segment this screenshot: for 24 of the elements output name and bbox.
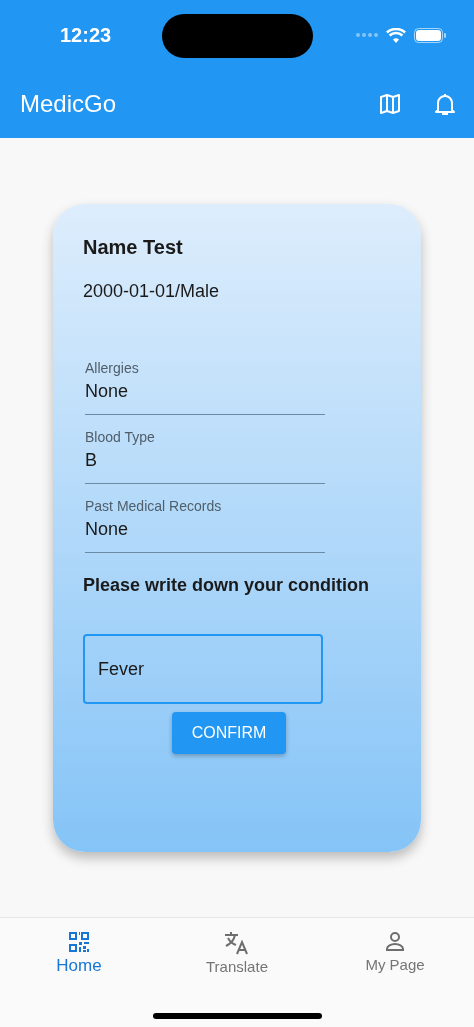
bell-icon[interactable] [434, 92, 456, 116]
status-time: 12:23 [60, 23, 112, 47]
field-label: Past Medical Records [85, 498, 222, 514]
patient-name: Name Test [83, 236, 183, 259]
translate-icon [223, 930, 251, 956]
app-title: MedicGo [20, 90, 117, 118]
condition-input[interactable]: Fever [83, 634, 323, 704]
nav-tab[interactable]: Home [0, 918, 158, 1027]
person-icon [383, 930, 407, 954]
field-label: Allergies [85, 360, 139, 376]
nav-tab[interactable]: My Page [316, 918, 474, 1027]
birth-date-gender: 2000-01-01/Male [83, 281, 220, 302]
nav-tab[interactable]: Translate [158, 918, 316, 1027]
condition-prompt: Please write down your condition [83, 575, 370, 596]
battery-icon [414, 27, 446, 43]
field-value: None [85, 381, 129, 402]
confirm-button[interactable]: CONFIRM [171, 712, 287, 754]
wifi-icon [386, 27, 406, 43]
signal-icon [356, 33, 378, 37]
map-icon[interactable] [378, 92, 402, 116]
field-value: B [85, 450, 97, 471]
qr-code-icon [67, 930, 91, 954]
field-label: Blood Type [85, 429, 155, 445]
field-value: None [85, 519, 129, 540]
